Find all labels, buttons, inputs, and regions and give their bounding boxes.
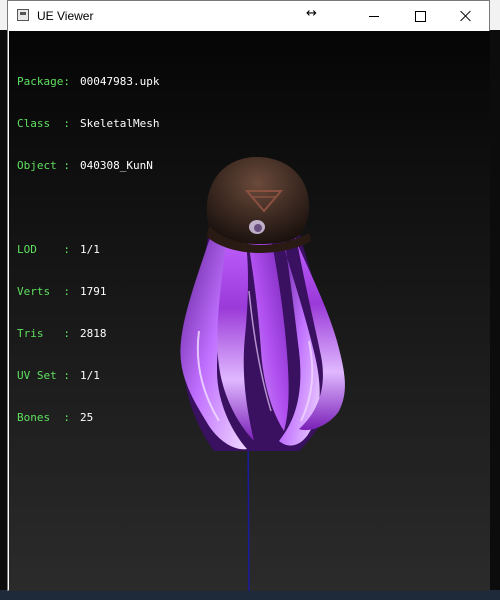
info-key: Tris : [17, 327, 70, 340]
info-value: 1/1 [80, 243, 100, 256]
info-value: SkeletalMesh [80, 117, 160, 130]
taskbar-strip [0, 590, 500, 600]
close-button[interactable] [443, 1, 489, 31]
title-bar[interactable]: UE Viewer ↔ [8, 1, 489, 31]
info-row-verts: Verts : 1791 [17, 285, 159, 299]
info-key: UV Set : [17, 369, 70, 382]
info-key: Bones : [17, 411, 70, 424]
info-gap [17, 201, 159, 215]
console-strip-right [490, 30, 500, 590]
helmet-eyehole-inner [254, 224, 262, 232]
info-key: Verts : [17, 285, 70, 298]
mesh-info-panel: Package: 00047983.upk Class : SkeletalMesh… [17, 47, 159, 453]
info-row-tris: Tris : 2818 [17, 327, 159, 341]
info-value: 1791 [80, 285, 107, 298]
info-key: Class : [17, 117, 70, 130]
info-row-bones: Bones : 25 [17, 411, 159, 425]
resize-arrows-icon: ↔ [306, 6, 317, 21]
close-icon [460, 10, 472, 22]
ue-viewer-window[interactable]: UE Viewer ↔ Package: 00047983.upk Class … [7, 0, 490, 591]
info-value: 00047983.upk [80, 75, 160, 88]
info-value: 25 [80, 411, 94, 424]
info-key: Object : [17, 159, 70, 172]
maximize-button[interactable] [397, 1, 443, 31]
info-row-package: Package: 00047983.upk [17, 75, 159, 89]
minimize-icon [369, 15, 379, 17]
window-title: UE Viewer [37, 9, 94, 23]
minimize-button[interactable] [351, 1, 397, 31]
3d-viewport[interactable]: Package: 00047983.upk Class : SkeletalMesh… [9, 31, 490, 591]
app-icon [17, 9, 29, 21]
info-row-uvset: UV Set : 1/1 [17, 369, 159, 383]
info-value: 040308_KunN [80, 159, 153, 172]
maximize-icon [414, 10, 426, 22]
info-key: LOD : [17, 243, 70, 256]
info-row-lod: LOD : 1/1 [17, 243, 159, 257]
info-key: Package: [17, 75, 70, 88]
info-row-class: Class : SkeletalMesh [17, 117, 159, 131]
info-row-object: Object : 040308_KunN [17, 159, 159, 173]
info-value: 1/1 [80, 369, 100, 382]
info-value: 2818 [80, 327, 107, 340]
